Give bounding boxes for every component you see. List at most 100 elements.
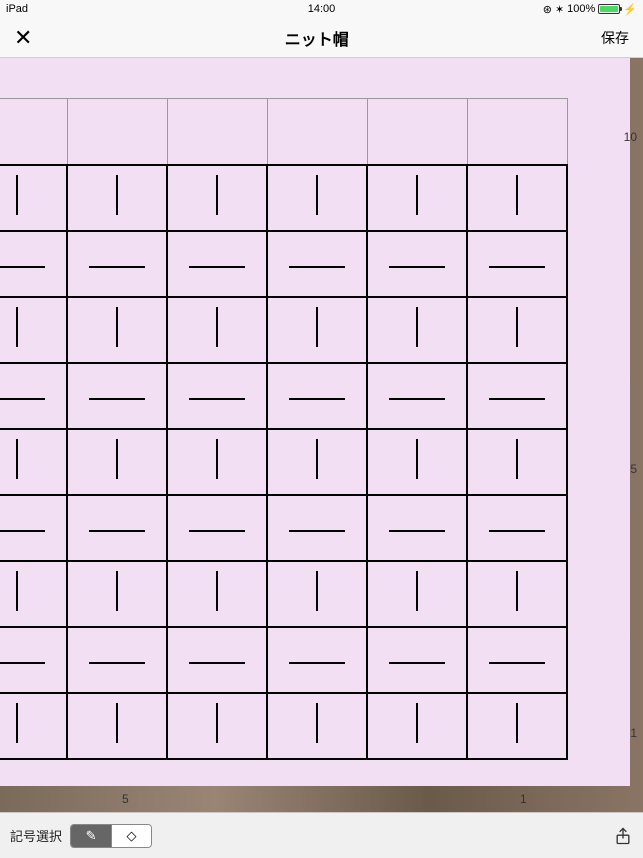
purl-symbol-icon xyxy=(389,662,445,664)
grid-cell[interactable] xyxy=(167,561,267,627)
grid-cell[interactable] xyxy=(267,99,367,165)
grid-cell[interactable] xyxy=(367,561,467,627)
grid-cell[interactable] xyxy=(67,165,167,231)
grid-cell[interactable] xyxy=(0,297,67,363)
charging-icon: ⚡ xyxy=(623,3,637,16)
grid-cell[interactable] xyxy=(267,231,367,297)
close-button[interactable]: ✕ xyxy=(14,27,32,49)
purl-symbol-icon xyxy=(89,266,145,268)
purl-symbol-icon xyxy=(489,662,545,664)
grid-cell[interactable] xyxy=(0,165,67,231)
grid-cell[interactable] xyxy=(267,561,367,627)
grid-cell[interactable] xyxy=(167,693,267,759)
grid-cell[interactable] xyxy=(467,495,567,561)
grid-cell[interactable] xyxy=(267,297,367,363)
knit-symbol-icon xyxy=(16,439,18,479)
grid-cell[interactable] xyxy=(267,165,367,231)
grid-cell[interactable] xyxy=(267,495,367,561)
grid-cell[interactable] xyxy=(0,429,67,495)
purl-symbol-icon xyxy=(289,266,345,268)
grid-cell[interactable] xyxy=(0,231,67,297)
grid-cell[interactable] xyxy=(67,561,167,627)
purl-symbol-icon xyxy=(0,662,45,664)
grid-cell[interactable] xyxy=(467,561,567,627)
purl-symbol-icon xyxy=(489,398,545,400)
grid-cell[interactable] xyxy=(467,429,567,495)
col-label-5: 5 xyxy=(122,792,129,806)
knit-symbol-icon xyxy=(16,703,18,743)
grid-cell[interactable] xyxy=(0,99,67,165)
grid-cell[interactable] xyxy=(267,693,367,759)
grid-cell[interactable] xyxy=(267,627,367,693)
knit-symbol-icon xyxy=(416,571,418,611)
grid-cell[interactable] xyxy=(67,231,167,297)
grid-cell[interactable] xyxy=(167,627,267,693)
grid-cell[interactable] xyxy=(167,297,267,363)
grid-cell[interactable] xyxy=(67,627,167,693)
eraser-icon: ◇ xyxy=(127,828,137,844)
knit-symbol-icon xyxy=(116,571,118,611)
share-button[interactable] xyxy=(613,824,633,848)
grid-cell[interactable] xyxy=(367,363,467,429)
status-time: 14:00 xyxy=(156,3,487,15)
knit-symbol-icon xyxy=(216,439,218,479)
knit-symbol-icon xyxy=(316,175,318,215)
grid-cell[interactable] xyxy=(67,429,167,495)
grid-cell[interactable] xyxy=(467,627,567,693)
grid-cell[interactable] xyxy=(167,363,267,429)
grid-cell[interactable] xyxy=(467,165,567,231)
grid-cell[interactable] xyxy=(67,99,167,165)
grid-cell[interactable] xyxy=(367,627,467,693)
knit-symbol-icon xyxy=(516,703,518,743)
grid-cell[interactable] xyxy=(0,363,67,429)
knit-symbol-icon xyxy=(516,571,518,611)
purl-symbol-icon xyxy=(289,662,345,664)
grid-cell[interactable] xyxy=(67,363,167,429)
grid-cell[interactable] xyxy=(267,429,367,495)
status-right: ⊛ ✶ 100% ⚡ xyxy=(487,3,637,16)
grid-cell[interactable] xyxy=(0,627,67,693)
grid-cell[interactable] xyxy=(167,231,267,297)
grid-cell[interactable] xyxy=(0,693,67,759)
pencil-tool-button[interactable]: ✎ xyxy=(71,825,111,847)
grid-cell[interactable] xyxy=(167,495,267,561)
row-label-5: 5 xyxy=(630,462,637,476)
grid-cell[interactable] xyxy=(367,297,467,363)
grid-cell[interactable] xyxy=(367,165,467,231)
chart-canvas[interactable]: 10 5 1 5 1 xyxy=(0,58,643,812)
purl-symbol-icon xyxy=(89,662,145,664)
col-label-1: 1 xyxy=(520,792,527,806)
grid-cell[interactable] xyxy=(167,99,267,165)
grid-cell[interactable] xyxy=(367,231,467,297)
grid-cell[interactable] xyxy=(67,693,167,759)
grid-cell[interactable] xyxy=(367,429,467,495)
grid-cell[interactable] xyxy=(367,99,467,165)
grid-cell[interactable] xyxy=(0,561,67,627)
knitting-grid[interactable] xyxy=(0,98,568,760)
status-bar: iPad 14:00 ⊛ ✶ 100% ⚡ xyxy=(0,0,643,18)
grid-cell[interactable] xyxy=(467,231,567,297)
knit-symbol-icon xyxy=(116,175,118,215)
grid-cell[interactable] xyxy=(67,495,167,561)
grid-cell[interactable] xyxy=(467,693,567,759)
grid-cell[interactable] xyxy=(467,363,567,429)
knit-symbol-icon xyxy=(516,175,518,215)
grid-cell[interactable] xyxy=(167,165,267,231)
orientation-lock-icon: ⊛ xyxy=(543,3,552,16)
grid-cell[interactable] xyxy=(267,363,367,429)
grid-cell[interactable] xyxy=(0,495,67,561)
save-button[interactable]: 保存 xyxy=(601,28,629,48)
purl-symbol-icon xyxy=(289,530,345,532)
grid-cell[interactable] xyxy=(67,297,167,363)
eraser-tool-button[interactable]: ◇ xyxy=(111,825,151,847)
status-device: iPad xyxy=(6,3,156,15)
purl-symbol-icon xyxy=(189,530,245,532)
purl-symbol-icon xyxy=(289,398,345,400)
grid-cell[interactable] xyxy=(467,99,567,165)
knit-symbol-icon xyxy=(116,703,118,743)
grid-cell[interactable] xyxy=(467,297,567,363)
grid-cell[interactable] xyxy=(367,495,467,561)
grid-cell[interactable] xyxy=(367,693,467,759)
grid-cell[interactable] xyxy=(167,429,267,495)
knit-symbol-icon xyxy=(416,703,418,743)
